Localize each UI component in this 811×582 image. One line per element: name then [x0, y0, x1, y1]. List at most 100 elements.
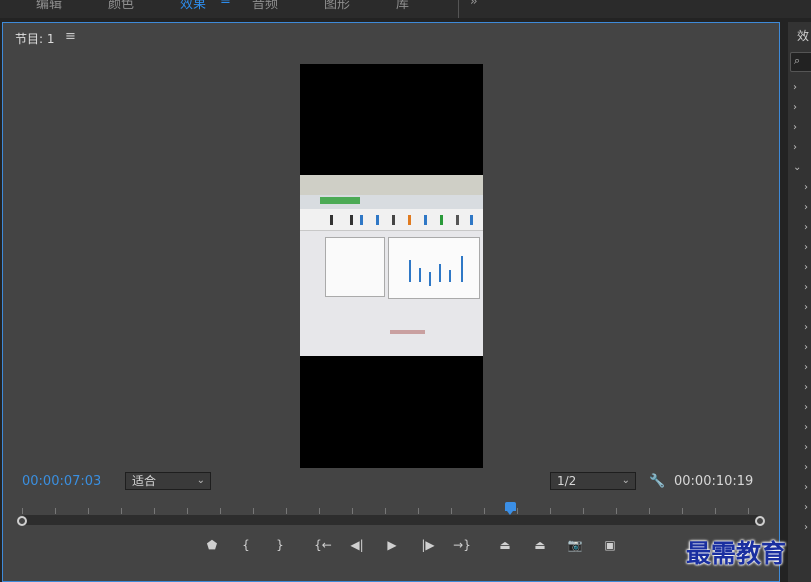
chevron-right-icon[interactable]: ›: [804, 262, 808, 273]
go-to-in-button[interactable]: {←: [312, 535, 334, 555]
playback-resolution-select[interactable]: 1/2 ⌄: [550, 472, 636, 490]
frame-chart-bar: [439, 264, 441, 282]
chevron-right-icon[interactable]: ›: [804, 482, 808, 493]
ruler-tick: [517, 508, 518, 514]
play-icon: ▶: [387, 538, 397, 552]
chevron-right-icon[interactable]: ›: [804, 382, 808, 393]
playhead[interactable]: [504, 502, 516, 515]
scrollbar-start-handle[interactable]: [17, 516, 27, 526]
ruler-tick: [352, 508, 353, 514]
extract-button[interactable]: ⏏: [529, 535, 551, 555]
ruler-tick: [616, 508, 617, 514]
current-timecode[interactable]: 00:00:07:03: [22, 474, 101, 489]
zoom-level-select[interactable]: 适合 ⌄: [125, 472, 211, 490]
hamburger-icon[interactable]: ≡: [220, 0, 231, 8]
step-back-icon: ◀|: [350, 538, 364, 552]
chevron-right-icon[interactable]: ›: [804, 322, 808, 333]
frame-chart-bar: [409, 260, 411, 282]
chevron-right-icon[interactable]: ›: [804, 182, 808, 193]
scrollbar-end-handle[interactable]: [755, 516, 765, 526]
hamburger-icon[interactable]: ≡: [65, 29, 76, 44]
chevron-down-icon[interactable]: ⌄: [793, 162, 801, 173]
chevron-right-icon[interactable]: ›: [804, 522, 808, 533]
frame-chart-thumb: [408, 215, 411, 225]
workspace-tab-edit[interactable]: 编辑: [36, 0, 62, 12]
workspace-tab-color[interactable]: 颜色: [108, 0, 134, 12]
chevron-right-icon[interactable]: ›: [804, 402, 808, 413]
program-monitor-panel: 节目: 1 ≡ 00:00:07:03 适合 ⌄ 1/2 ⌄ 🔧 00:00:1…: [2, 22, 780, 582]
watermark: 最需教育: [686, 539, 787, 568]
ruler-tick: [220, 508, 221, 514]
chevron-right-icon[interactable]: ›: [804, 202, 808, 213]
workspace-tab-libraries[interactable]: 库: [396, 0, 409, 12]
ruler-tick: [583, 508, 584, 514]
frame-chart-bar: [461, 256, 463, 282]
workspace-tab-audio[interactable]: 音频: [252, 0, 278, 12]
ruler-tick: [484, 508, 485, 514]
chevron-right-icon[interactable]: ›: [804, 462, 808, 473]
frame-chart-thumb: [440, 215, 443, 225]
chevron-right-icon[interactable]: ›: [793, 102, 797, 113]
frame-chart-thumb: [392, 215, 395, 225]
marker-icon: ⬟: [206, 538, 218, 552]
add-marker-button[interactable]: ⬟: [201, 535, 223, 555]
comparison-view-button[interactable]: ▣: [599, 535, 621, 555]
chevron-down-icon: ⌄: [621, 475, 630, 486]
mark-in-button[interactable]: {: [235, 535, 257, 555]
effects-panel-title[interactable]: 效: [797, 27, 809, 44]
chevron-right-icon[interactable]: ›: [804, 502, 808, 513]
panel-title[interactable]: 节目: 1: [15, 30, 55, 47]
frame-chart-thumb: [360, 215, 363, 225]
workspace-tab-effects[interactable]: 效果: [180, 0, 206, 12]
chevron-right-icon[interactable]: ›: [804, 442, 808, 453]
workspace-tab-graphics[interactable]: 图形: [324, 0, 350, 12]
playback-resolution-value: 1/2: [557, 474, 577, 488]
ruler-tick: [715, 508, 716, 514]
chevron-right-icon[interactable]: ›: [804, 342, 808, 353]
chevron-right-icon[interactable]: ›: [793, 142, 797, 153]
chevron-right-icon[interactable]: ›: [804, 222, 808, 233]
ruler-tick: [253, 508, 254, 514]
workspace-bar: 编辑 颜色 效果 ≡ 音频 图形 库 ››: [0, 0, 811, 18]
duration-timecode: 00:00:10:19: [674, 474, 754, 489]
wrench-icon[interactable]: 🔧: [649, 474, 665, 489]
time-ruler[interactable]: [16, 500, 764, 514]
chevron-right-icon[interactable]: ›: [804, 362, 808, 373]
extract-icon: ⏏: [534, 538, 546, 552]
chevron-right-icon[interactable]: ›: [804, 242, 808, 253]
frame-chart-bar: [419, 268, 421, 282]
step-forward-button[interactable]: |▶: [417, 535, 439, 555]
ruler-tick: [154, 508, 155, 514]
step-back-button[interactable]: ◀|: [346, 535, 368, 555]
ruler-tick: [55, 508, 56, 514]
effects-search-input[interactable]: ⌕: [790, 52, 811, 72]
chevron-down-icon: ⌄: [196, 475, 205, 486]
double-chevron-right-icon[interactable]: ››: [470, 0, 477, 8]
step-forward-icon: |▶: [421, 538, 435, 552]
frame-logo: [390, 330, 425, 334]
go-to-out-button[interactable]: →}: [451, 535, 473, 555]
frame-chart-thumb: [456, 215, 459, 225]
search-icon: ⌕: [794, 54, 801, 67]
ruler-tick: [385, 508, 386, 514]
zoom-scrollbar[interactable]: [20, 515, 762, 525]
chevron-right-icon[interactable]: ›: [793, 122, 797, 133]
video-frame: [300, 175, 483, 356]
ruler-tick: [121, 508, 122, 514]
mark-out-button[interactable]: }: [269, 535, 291, 555]
play-button[interactable]: ▶: [381, 535, 403, 555]
frame-chart-thumb: [350, 215, 353, 225]
camera-icon: 📷: [567, 538, 583, 552]
ruler-tick: [187, 508, 188, 514]
chevron-right-icon[interactable]: ›: [793, 82, 797, 93]
video-preview[interactable]: [300, 64, 483, 468]
frame-chart-thumb: [376, 215, 379, 225]
chevron-right-icon[interactable]: ›: [804, 282, 808, 293]
effects-panel: 效 ⌕ › › › › ⌄ › › › › › › › › › › › › › › › › › ›: [788, 22, 811, 582]
ruler-tick: [451, 508, 452, 514]
ruler-tick: [649, 508, 650, 514]
chevron-right-icon[interactable]: ›: [804, 422, 808, 433]
chevron-right-icon[interactable]: ›: [804, 302, 808, 313]
lift-button[interactable]: ⏏: [494, 535, 516, 555]
export-frame-button[interactable]: 📷: [564, 535, 586, 555]
